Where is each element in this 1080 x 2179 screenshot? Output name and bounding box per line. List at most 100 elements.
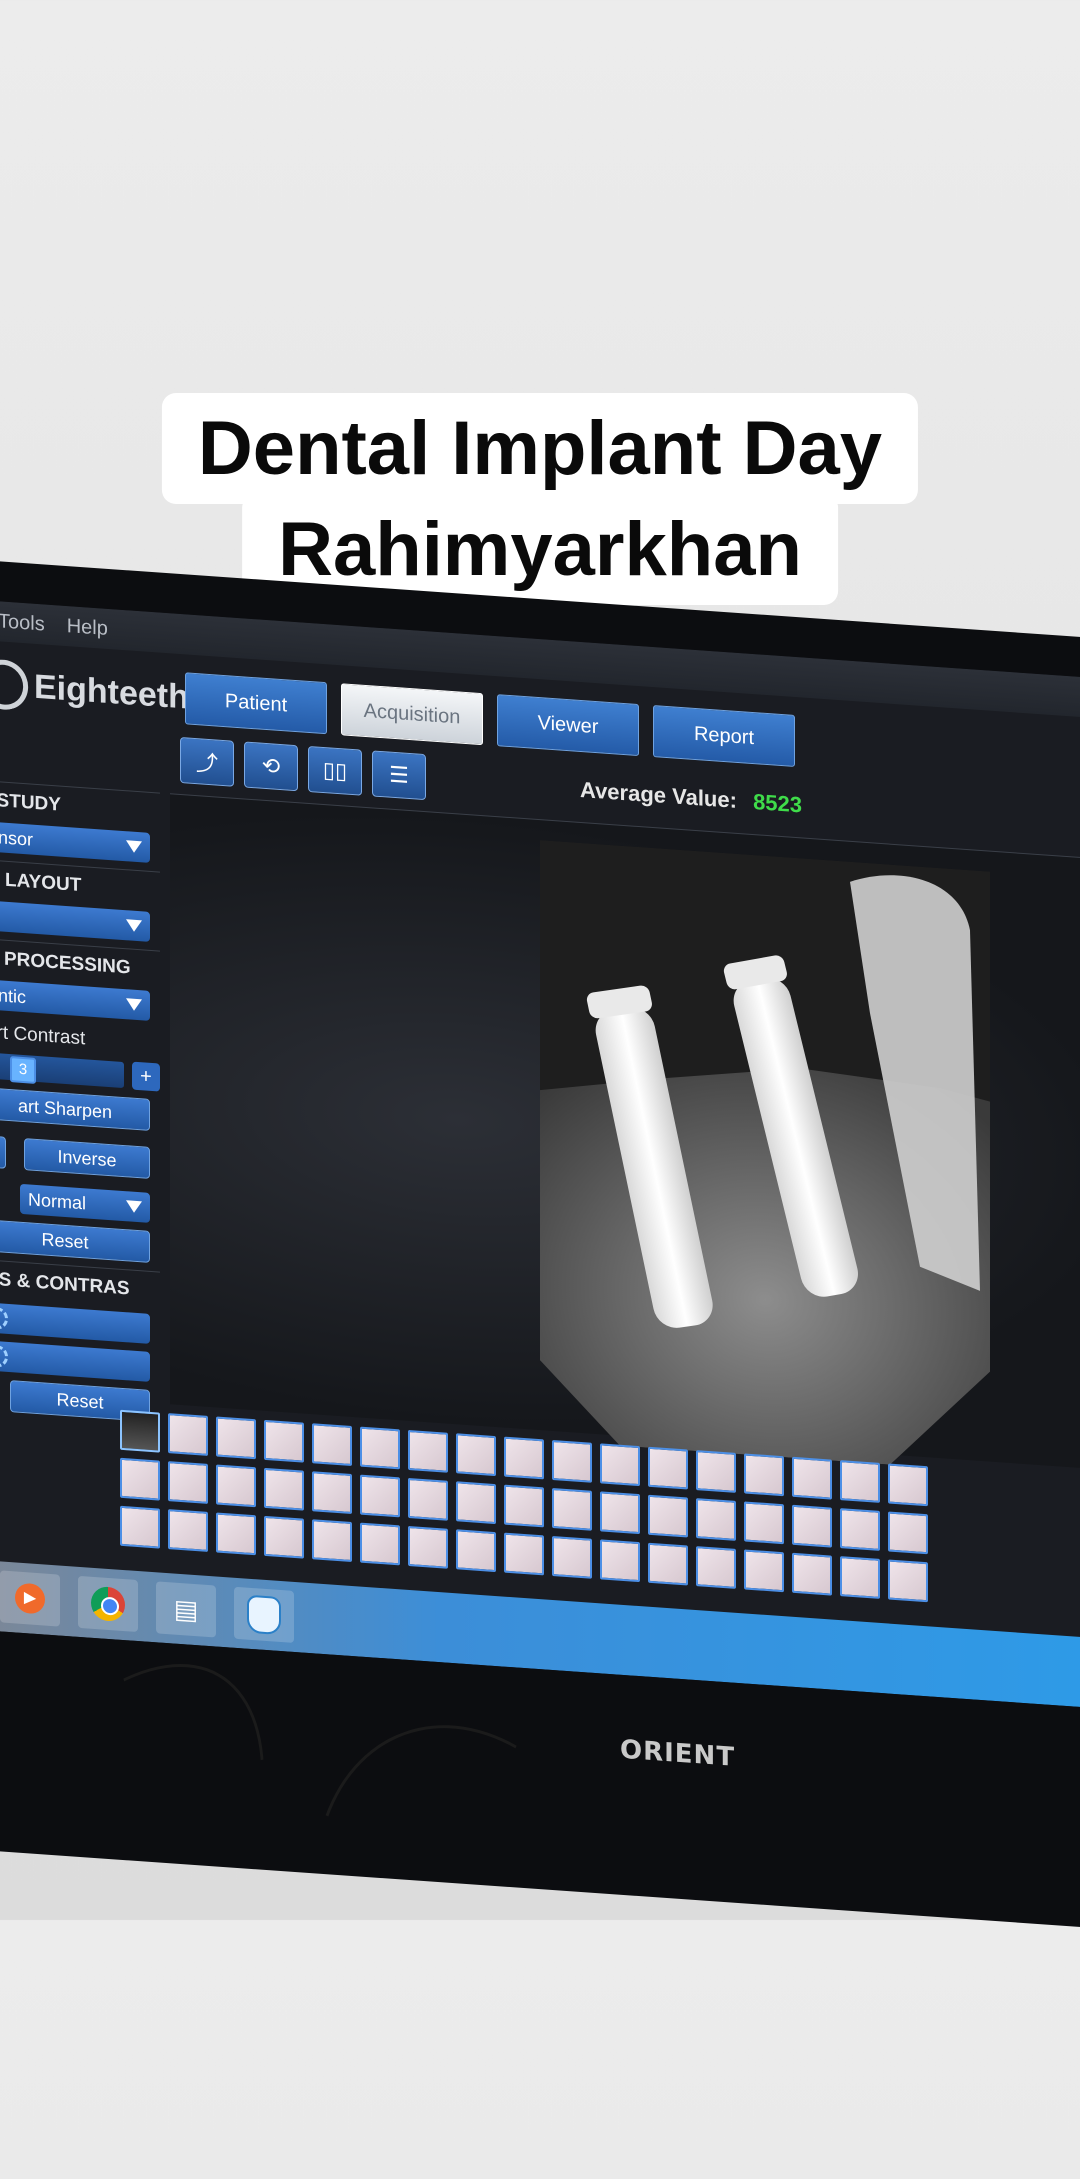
contrast-slider-thumb[interactable]: 3 bbox=[10, 1056, 36, 1084]
thumbnail-slot[interactable] bbox=[648, 1542, 688, 1586]
thumbnail-slot[interactable] bbox=[696, 1546, 736, 1589]
thumbnail-slot[interactable] bbox=[504, 1484, 544, 1528]
thumbnail-slot[interactable] bbox=[312, 1423, 352, 1467]
logo-mark-icon bbox=[0, 653, 36, 716]
inverse-row: n Inverse bbox=[0, 1127, 160, 1188]
contrast-slider-2[interactable] bbox=[0, 1340, 150, 1382]
thumbnail-slot[interactable] bbox=[744, 1501, 784, 1545]
thumbnail-slot[interactable] bbox=[360, 1426, 400, 1470]
thumbnail-slot[interactable] bbox=[456, 1481, 496, 1525]
layout-section-title: H LAYOUT bbox=[0, 859, 160, 907]
thumbnail-slot[interactable] bbox=[504, 1436, 544, 1480]
thumbnail-slot[interactable] bbox=[360, 1474, 400, 1518]
processing-dropdown-value: ontic bbox=[0, 984, 27, 1007]
thumbnail-slot[interactable] bbox=[840, 1508, 880, 1551]
thumbnail-slot[interactable] bbox=[792, 1456, 832, 1500]
processing-dropdown[interactable]: ontic bbox=[0, 979, 150, 1021]
menu-tools[interactable]: Tools bbox=[0, 610, 45, 636]
thumbnail-slot[interactable] bbox=[168, 1461, 208, 1504]
partial-button[interactable]: n bbox=[0, 1135, 6, 1169]
thumbnail-slot[interactable] bbox=[408, 1477, 448, 1521]
thumbnail-slot[interactable] bbox=[504, 1532, 544, 1576]
gear-icon bbox=[0, 1344, 8, 1368]
thumbnail-slot[interactable] bbox=[312, 1471, 352, 1515]
thumbnail-slot[interactable] bbox=[216, 1416, 256, 1460]
chevron-down-icon bbox=[126, 919, 142, 933]
smart-sharpen-button[interactable]: art Sharpen bbox=[0, 1087, 150, 1131]
study-section-title: / STUDY bbox=[0, 780, 160, 828]
thumbnail-slot[interactable] bbox=[600, 1491, 640, 1535]
taskbar-tooth-app-button[interactable] bbox=[234, 1586, 294, 1643]
chevron-down-icon bbox=[126, 1200, 142, 1214]
gear-icon bbox=[0, 1306, 8, 1330]
contrast-slider[interactable]: 3 bbox=[0, 1052, 124, 1089]
tab-report[interactable]: Report bbox=[653, 705, 795, 767]
thumbnail-slot[interactable] bbox=[120, 1409, 160, 1453]
contrast-plus-button[interactable]: + bbox=[132, 1061, 160, 1092]
thumbnail-slot[interactable] bbox=[120, 1457, 160, 1501]
processing-section-title: E PROCESSING bbox=[0, 938, 160, 986]
tab-patient[interactable]: Patient bbox=[185, 672, 327, 735]
mirror-horizontal-button[interactable]: ☰ bbox=[372, 750, 426, 801]
thumbnail-slot[interactable] bbox=[552, 1487, 592, 1531]
thumbnail-slot[interactable] bbox=[408, 1525, 448, 1569]
rotate-angle-button[interactable]: ⟲ bbox=[244, 741, 298, 792]
tab-viewer[interactable]: Viewer bbox=[497, 694, 639, 757]
reset-button[interactable]: Reset bbox=[0, 1219, 150, 1263]
monitor-brand: ORIENT bbox=[620, 1734, 736, 1773]
rotate-flip-button[interactable]: ⤴ bbox=[180, 736, 234, 787]
logo-text: Eighteeth bbox=[34, 667, 189, 717]
chevron-down-icon bbox=[126, 840, 142, 854]
thumbnail-slot[interactable] bbox=[552, 1439, 592, 1483]
thumbnail-slot[interactable] bbox=[840, 1556, 880, 1599]
taskbar-app-button[interactable]: ▤ bbox=[156, 1581, 216, 1638]
thumbnail-slot[interactable] bbox=[168, 1413, 208, 1456]
normal-dropdown[interactable]: Normal bbox=[20, 1183, 150, 1223]
thumbnail-slot[interactable] bbox=[648, 1446, 688, 1490]
thumbnail-slot[interactable] bbox=[888, 1463, 928, 1507]
normal-dropdown-value: Normal bbox=[28, 1188, 87, 1213]
thumbnail-slot[interactable] bbox=[696, 1498, 736, 1541]
rotate-angle-icon: ⟲ bbox=[261, 752, 281, 779]
thumbnail-slot[interactable] bbox=[744, 1453, 784, 1497]
thumbnail-slot[interactable] bbox=[888, 1559, 928, 1603]
thumbnail-slot[interactable] bbox=[600, 1539, 640, 1583]
screen: Tools Help Eighteeth Patient Acquisition… bbox=[0, 600, 1080, 1710]
thumbnail-slot[interactable] bbox=[360, 1522, 400, 1566]
thumbnail-slot[interactable] bbox=[216, 1512, 256, 1556]
thumbnail-slot[interactable] bbox=[792, 1504, 832, 1548]
mirror-vertical-button[interactable]: ▯▯ bbox=[308, 745, 362, 796]
layout-dropdown[interactable] bbox=[0, 900, 150, 942]
tab-acquisition[interactable]: Acquisition bbox=[341, 683, 483, 746]
brightness-contrast-section-title: SS & CONTRAS bbox=[0, 1259, 160, 1307]
rotate-flip-icon: ⤴ bbox=[195, 750, 218, 777]
thumbnail-slot[interactable] bbox=[600, 1443, 640, 1487]
thumbnail-slot[interactable] bbox=[408, 1429, 448, 1473]
sensor-dropdown[interactable]: ensor bbox=[0, 821, 150, 863]
thumbnail-slot[interactable] bbox=[552, 1535, 592, 1579]
thumbnail-slot[interactable] bbox=[456, 1529, 496, 1573]
thumbnail-slot[interactable] bbox=[792, 1552, 832, 1596]
xray-viewer[interactable] bbox=[170, 793, 1080, 1472]
thumbnail-slot[interactable] bbox=[840, 1460, 880, 1503]
thumbnail-slot[interactable] bbox=[264, 1515, 304, 1559]
thumbnail-slot[interactable] bbox=[888, 1511, 928, 1555]
brightness-slider[interactable] bbox=[0, 1302, 150, 1344]
left-control-panel: / STUDY ensor H LAYOUT E PROCESSING onti… bbox=[0, 780, 160, 1431]
thumbnail-slot[interactable] bbox=[696, 1450, 736, 1493]
average-value-readout: Average Value: 8523 bbox=[580, 777, 802, 819]
thumbnail-slot[interactable] bbox=[216, 1464, 256, 1508]
thumbnail-slot[interactable] bbox=[648, 1494, 688, 1538]
thumbnail-slot[interactable] bbox=[456, 1433, 496, 1477]
taskbar-media-button[interactable]: ▶ bbox=[0, 1570, 60, 1627]
thumbnail-slot[interactable] bbox=[168, 1509, 208, 1552]
thumbnail-slot[interactable] bbox=[264, 1467, 304, 1511]
taskbar-chrome-button[interactable] bbox=[78, 1575, 138, 1633]
thumbnail-slot[interactable] bbox=[744, 1549, 784, 1593]
thumbnail-slot[interactable] bbox=[120, 1505, 160, 1549]
thumbnail-slot[interactable] bbox=[264, 1419, 304, 1463]
caption-line-1: Dental Implant Day bbox=[161, 393, 919, 505]
inverse-button[interactable]: Inverse bbox=[24, 1138, 150, 1179]
thumbnail-slot[interactable] bbox=[312, 1519, 352, 1563]
menu-help[interactable]: Help bbox=[67, 615, 108, 641]
